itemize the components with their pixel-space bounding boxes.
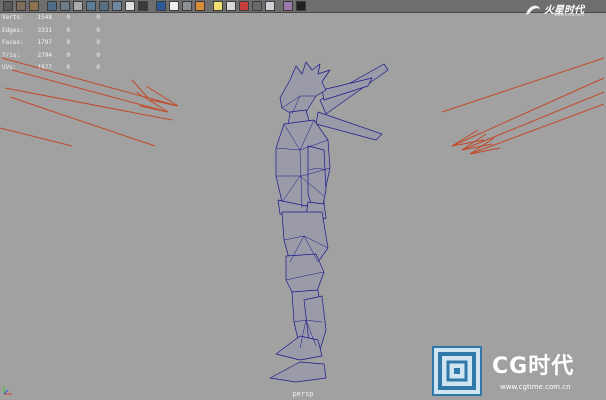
watermark-url: www.hxsd.com: [554, 12, 585, 17]
3d-viewport[interactable]: Verts: 1548 0 0 Edges: 3331 0 0 Faces: 1…: [0, 0, 606, 400]
swirl-logo-icon: [526, 5, 540, 15]
scene-canvas[interactable]: [0, 0, 606, 400]
cgtime-logo-icon: [432, 346, 482, 396]
top-watermark: 火星时代 www.hxsd.com: [524, 2, 600, 17]
directional-light-left[interactable]: [0, 57, 179, 147]
camera-label: persp: [292, 390, 314, 398]
directional-light-right[interactable]: [441, 57, 605, 155]
character-mesh[interactable]: [269, 61, 389, 383]
logo-text: CG时代: [492, 354, 575, 379]
